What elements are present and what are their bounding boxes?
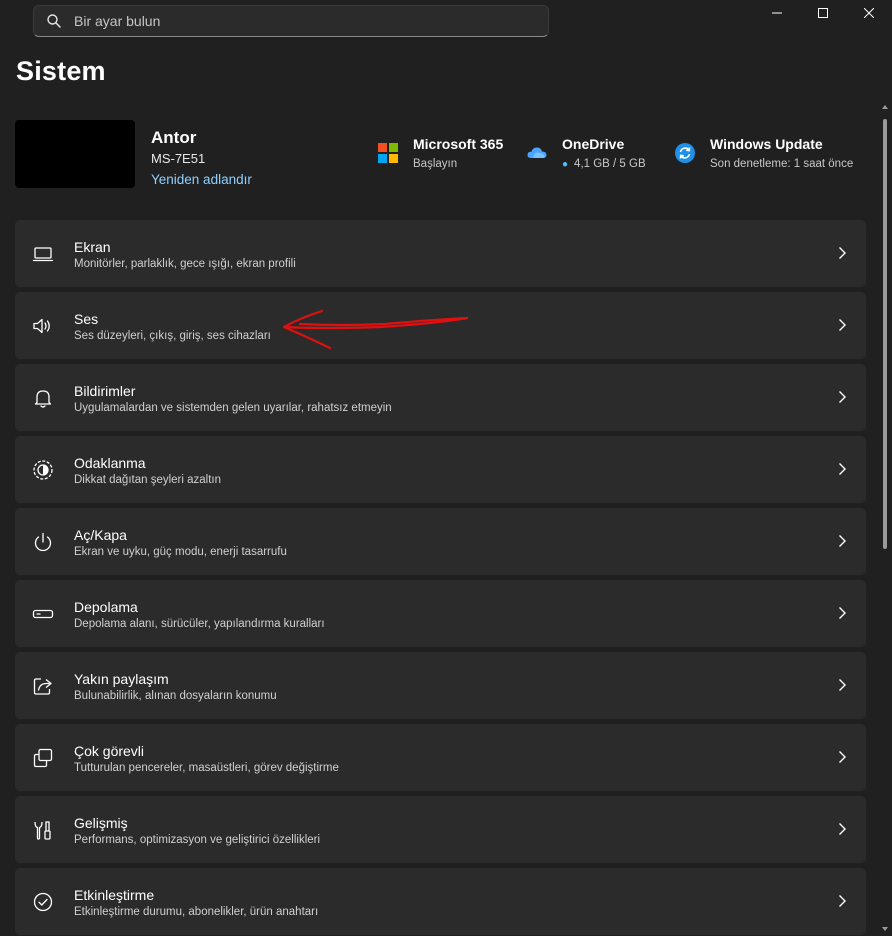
power-icon [34,532,52,552]
chevron-right-icon [839,823,846,835]
scrollbar[interactable] [880,103,890,933]
scroll-down-arrow-icon[interactable] [881,925,889,933]
settings-item-ses[interactable]: Ses Ses düzeyleri, çıkış, giriş, ses cih… [15,292,866,359]
search-input[interactable] [74,13,494,29]
chevron-right-icon [839,247,846,259]
chevron-right-icon [839,895,846,907]
display-icon [32,247,54,262]
device-name: Antor [151,128,197,147]
tile-title: OneDrive [562,136,625,152]
settings-item-etkinlestirme[interactable]: Etkinleştirme Etkinleştirme durumu, abon… [15,868,866,935]
minimize-icon [772,12,782,14]
search-box[interactable] [33,5,549,37]
settings-item-odaklanma[interactable]: Odaklanma Dikkat dağıtan şeyleri azaltın [15,436,866,503]
tile-subtitle: Başlayın [413,158,458,170]
microsoft-365-icon [378,143,398,163]
item-subtitle: Ekran ve uyku, güç modu, enerji tasarruf… [74,546,287,558]
chevron-right-icon [839,751,846,763]
chevron-right-icon [839,463,846,475]
settings-item-ekran[interactable]: Ekran Monitörler, parlaklık, gece ışığı,… [15,220,866,287]
chevron-right-icon [839,679,846,691]
item-title: Gelişmiş [74,815,128,831]
onedrive-cloud-icon [527,147,547,158]
item-subtitle: Tutturulan pencereler, masaüstleri, göre… [74,762,339,774]
chevron-right-icon [839,319,846,331]
item-title: Depolama [74,599,138,615]
item-subtitle: Performans, optimizasyon ve geliştirici … [74,834,321,846]
focus-icon [33,460,53,480]
maximize-icon [818,8,828,18]
tools-icon [34,821,51,840]
tile-title: Microsoft 365 [413,136,504,152]
storage-dot-icon: ● [562,159,569,170]
tile-windows-update[interactable]: Windows Update Son denetleme: 1 saat önc… [674,136,853,170]
item-title: Bildirimler [74,383,136,399]
scrollbar-thumb[interactable] [883,119,887,549]
settings-item-yakin-paylasim[interactable]: Yakın paylaşım Bulunabilirlik, alınan do… [15,652,866,719]
item-subtitle: Ses düzeyleri, çıkış, giriş, ses cihazla… [74,330,271,342]
multitasking-icon [33,748,53,768]
settings-item-cok-gorevli[interactable]: Çok görevli Tutturulan pencereler, masaü… [15,724,866,791]
item-subtitle: Uygulamalardan ve sistemden gelen uyarıl… [74,402,392,414]
speaker-icon [33,318,50,334]
settings-item-depolama[interactable]: Depolama Depolama alanı, sürücüler, yapı… [15,580,866,647]
item-subtitle: Etkinleştirme durumu, abonelikler, ürün … [74,906,319,918]
close-icon [864,8,874,18]
search-icon [47,14,61,28]
item-title: Ses [74,311,99,327]
tile-title: Windows Update [710,136,823,152]
item-subtitle: Monitörler, parlaklık, gece ışığı, ekran… [74,258,296,270]
settings-item-gelismis[interactable]: Gelişmiş Performans, optimizasyon ve gel… [15,796,866,863]
tile-onedrive[interactable]: OneDrive ● 4,1 GB / 5 GB [526,136,646,170]
item-subtitle: Dikkat dağıtan şeyleri azaltın [74,474,222,486]
rename-link[interactable]: Yeniden adlandır [151,172,252,187]
windows-update-icon [675,143,695,163]
chevron-right-icon [839,391,846,403]
item-subtitle: Depolama alanı, sürücüler, yapılandırma … [74,618,325,630]
close-button[interactable] [846,0,892,26]
chevron-right-icon [839,535,846,547]
item-title: Odaklanma [74,455,146,471]
check-circle-icon [33,892,53,912]
item-title: Etkinleştirme [74,887,155,903]
scroll-up-arrow-icon[interactable] [881,103,889,111]
item-title: Aç/Kapa [74,527,127,543]
maximize-button[interactable] [800,0,846,26]
share-icon [33,678,52,695]
window-controls [754,0,892,26]
settings-window: Sistem Antor MS-7E51 Yeniden adlandır Mi… [0,0,892,936]
bell-icon [34,390,52,408]
item-title: Ekran [74,239,111,255]
tile-subtitle: 4,1 GB / 5 GB [574,158,646,170]
tile-subtitle: Son denetleme: 1 saat önce [710,158,854,170]
device-image [15,120,135,188]
item-subtitle: Bulunabilirlik, alınan dosyaların konumu [74,690,277,702]
storage-icon [32,609,54,619]
page-title: Sistem [16,56,106,86]
minimize-button[interactable] [754,0,800,26]
device-model: MS-7E51 [151,151,206,166]
item-title: Çok görevli [74,743,145,759]
settings-item-ac-kapa[interactable]: Aç/Kapa Ekran ve uyku, güç modu, enerji … [15,508,866,575]
chevron-right-icon [839,607,846,619]
tile-microsoft-365[interactable]: Microsoft 365 Başlayın [377,136,503,170]
item-title: Yakın paylaşım [74,671,169,687]
settings-item-bildirimler[interactable]: Bildirimler Uygulamalardan ve sistemden … [15,364,866,431]
